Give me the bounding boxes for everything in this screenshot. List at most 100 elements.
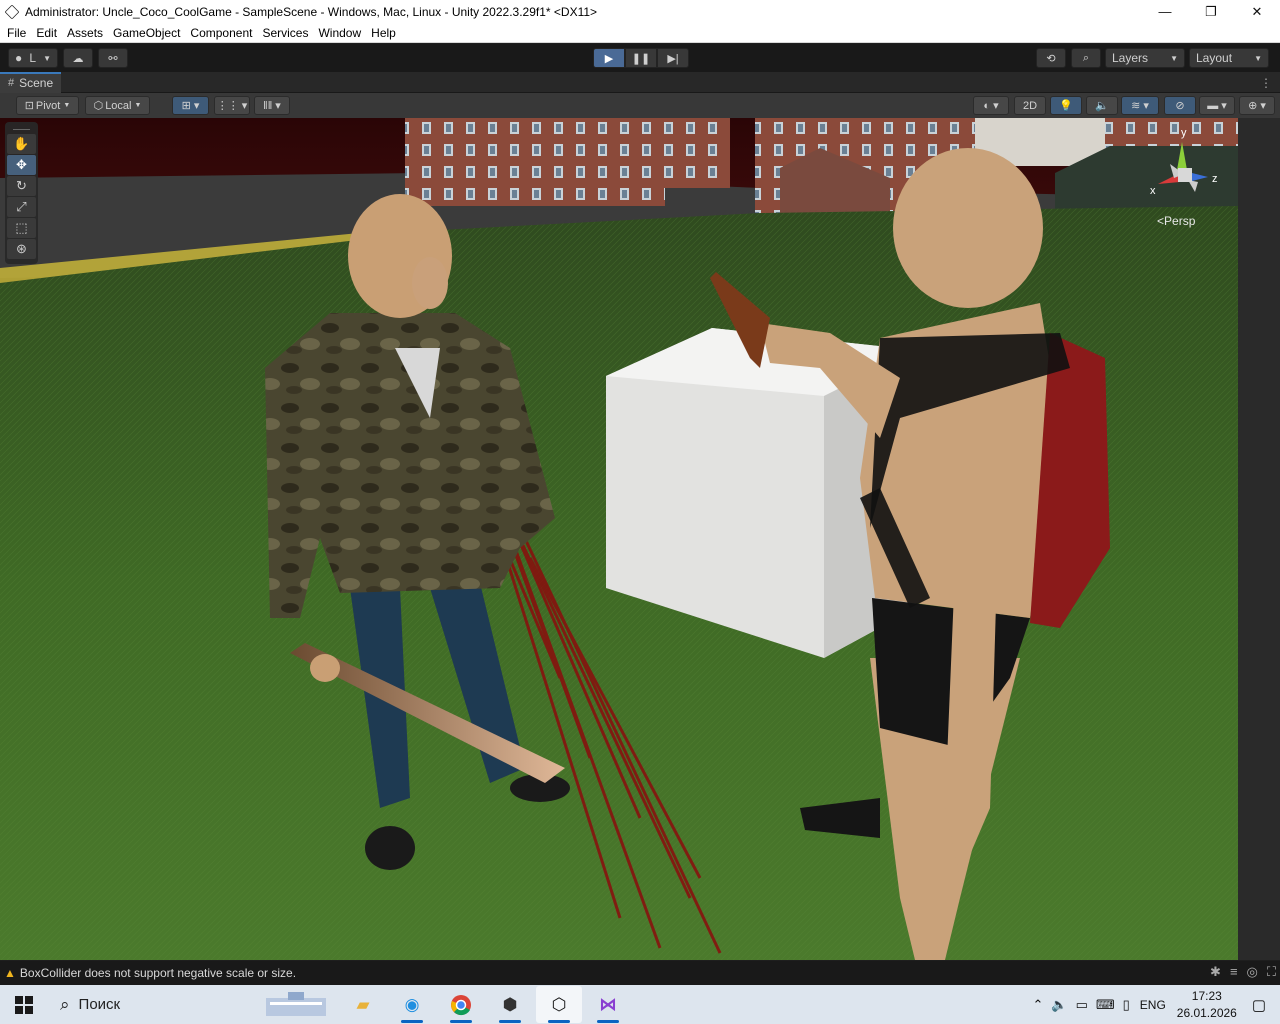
- taskbar-chrome[interactable]: [438, 986, 484, 1023]
- menu-help[interactable]: Help: [368, 26, 403, 40]
- clock[interactable]: 17:23 26.01.2026: [1172, 988, 1242, 1022]
- menu-window[interactable]: Window: [315, 26, 368, 40]
- scale-tool-button[interactable]: ⤢: [7, 197, 36, 217]
- taskbar-search-placeholder: Поиск: [78, 996, 121, 1013]
- playback-controls: ▶ ❚❚ ▶|: [593, 48, 689, 68]
- menu-edit[interactable]: Edit: [33, 26, 64, 40]
- tool-palette: ✋ ✥ ↻ ⤢ ⬚ ⊛: [5, 122, 38, 264]
- lighting-toggle[interactable]: 💡: [1050, 96, 1082, 115]
- ruler-snap-button[interactable]: ‖‖ ▾: [254, 96, 290, 115]
- rect-icon: ⬚: [15, 220, 28, 235]
- close-button[interactable]: ✕: [1234, 0, 1280, 23]
- move-tool-button[interactable]: ✥: [7, 155, 36, 175]
- move-icon: ✥: [16, 157, 27, 172]
- rect-tool-button[interactable]: ⬚: [7, 218, 36, 238]
- taskbar-app-blue[interactable]: ◉: [389, 986, 435, 1023]
- account-label: L: [29, 51, 36, 65]
- tab-scene[interactable]: # Scene: [0, 71, 62, 93]
- status-message: BoxCollider does not support negative sc…: [19, 966, 297, 980]
- hidden-objects-toggle[interactable]: ⊘: [1164, 96, 1196, 115]
- keyboard-icon[interactable]: ⌨: [1096, 997, 1115, 1013]
- status-bar[interactable]: ▲ BoxCollider does not support negative …: [0, 961, 1280, 985]
- account-dropdown[interactable]: ● L ▼: [8, 48, 58, 68]
- status-icons: ✱ ≡ ◎ ⛶: [1210, 964, 1276, 980]
- camera-icon: ▬ ▾: [1207, 100, 1227, 112]
- chrome-icon: [451, 994, 471, 1015]
- menu-gameobject[interactable]: GameObject: [110, 26, 187, 40]
- menu-services[interactable]: Services: [259, 26, 315, 40]
- clock-date: 26.01.2026: [1176, 1005, 1237, 1020]
- camera-settings-button[interactable]: ▬ ▾: [1199, 96, 1235, 115]
- pivot-toggle[interactable]: ⊡ Pivot ▼: [16, 96, 79, 115]
- layout-label: Layout: [1196, 51, 1233, 65]
- layers-label: Layers: [1112, 51, 1149, 65]
- collab-button[interactable]: ⚯: [98, 48, 128, 68]
- fullscreen-icon[interactable]: ⛶: [1267, 964, 1276, 980]
- language-indicator[interactable]: ENG: [1140, 998, 1166, 1012]
- volume-icon[interactable]: 🔈: [1051, 997, 1067, 1013]
- grid-icon: #: [8, 77, 15, 89]
- eye-icon[interactable]: ◎: [1247, 964, 1258, 980]
- menu-component[interactable]: Component: [187, 26, 259, 40]
- ruler-icon: ‖‖ ▾: [263, 100, 281, 112]
- chevron-down-icon: ▼: [1254, 53, 1262, 63]
- search-icon: ⌕: [60, 994, 70, 1014]
- taskbar-visual-studio[interactable]: ⋈: [585, 986, 631, 1023]
- gizmos-button[interactable]: ⊕ ▾: [1239, 96, 1275, 115]
- bug-icon[interactable]: ✱: [1210, 964, 1221, 980]
- effects-toggle[interactable]: ≋ ▾: [1121, 96, 1159, 115]
- share-icon: ⚯: [108, 52, 118, 65]
- pause-icon: ❚❚: [631, 52, 651, 65]
- local-toggle[interactable]: ⬡ Local ▼: [85, 96, 150, 115]
- search-button[interactable]: ⌕: [1071, 48, 1101, 68]
- layout-dropdown[interactable]: Layout ▼: [1189, 48, 1269, 68]
- globe-icon: ⊕ ▾: [1248, 100, 1266, 112]
- step-button[interactable]: ▶|: [657, 48, 689, 68]
- audio-toggle[interactable]: 🔈: [1086, 96, 1118, 115]
- step-icon: ▶|: [667, 52, 679, 65]
- increment-snap-button[interactable]: ⋮⋮ ▾: [214, 96, 250, 115]
- title-bar: Administrator: Uncle_Coco_CoolGame - Sam…: [0, 0, 1280, 23]
- gizmo-axis-y: y: [1181, 127, 1187, 139]
- grid-snap-button[interactable]: ⊞ ▾: [172, 96, 209, 115]
- minimize-button[interactable]: —: [1142, 0, 1188, 23]
- menu-bar: File Edit Assets GameObject Component Se…: [0, 23, 1280, 43]
- database-icon[interactable]: ≡: [1230, 964, 1238, 980]
- taskbar-search[interactable]: ⌕ Поиск: [50, 985, 250, 1024]
- search-highlight-image[interactable]: [255, 986, 337, 1023]
- building-icon: [266, 991, 326, 1016]
- grid-snap-icon: ⊞ ▾: [181, 100, 200, 112]
- taskbar-unity-hub[interactable]: ⬢: [487, 986, 533, 1023]
- cloud-button[interactable]: ☁: [63, 48, 93, 68]
- layers-dropdown[interactable]: Layers ▼: [1105, 48, 1185, 68]
- maximize-button[interactable]: ❐: [1188, 0, 1234, 23]
- rotate-tool-button[interactable]: ↻: [7, 176, 36, 196]
- chevron-down-icon: ▼: [43, 53, 51, 63]
- transform-icon: ⊛: [16, 241, 27, 256]
- network-icon[interactable]: ▭: [1076, 997, 1088, 1013]
- taskbar-unity-editor[interactable]: ⬡: [536, 986, 582, 1023]
- chevron-up-icon[interactable]: ⌃: [1032, 997, 1043, 1013]
- notifications-icon[interactable]: ▢: [1252, 996, 1266, 1014]
- menu-assets[interactable]: Assets: [64, 26, 110, 40]
- pause-button[interactable]: ❚❚: [625, 48, 657, 68]
- battery-icon[interactable]: ▯: [1123, 997, 1130, 1013]
- scene-viewport[interactable]: [0, 118, 1238, 960]
- play-button[interactable]: ▶: [593, 48, 625, 68]
- shading-mode-button[interactable]: ◐ ▾: [973, 96, 1009, 115]
- tab-menu-icon[interactable]: ⋮: [1260, 76, 1272, 90]
- mode-2d-toggle[interactable]: 2D: [1014, 96, 1046, 115]
- palette-grip[interactable]: [13, 124, 30, 130]
- start-button[interactable]: [0, 985, 48, 1024]
- increment-snap-icon: ⋮⋮ ▾: [216, 100, 248, 112]
- play-icon: ▶: [604, 52, 614, 65]
- hand-tool-button[interactable]: ✋: [7, 134, 36, 154]
- projection-toggle[interactable]: <Persp: [1157, 214, 1195, 228]
- transform-tool-button[interactable]: ⊛: [7, 239, 36, 259]
- lightbulb-icon: 💡: [1059, 100, 1073, 112]
- history-icon: ⟲: [1046, 52, 1056, 65]
- chevron-left-icon: <: [1157, 214, 1165, 228]
- history-button[interactable]: ⟲: [1036, 48, 1066, 68]
- menu-file[interactable]: File: [4, 26, 33, 40]
- taskbar-file-explorer[interactable]: ▰: [340, 986, 386, 1023]
